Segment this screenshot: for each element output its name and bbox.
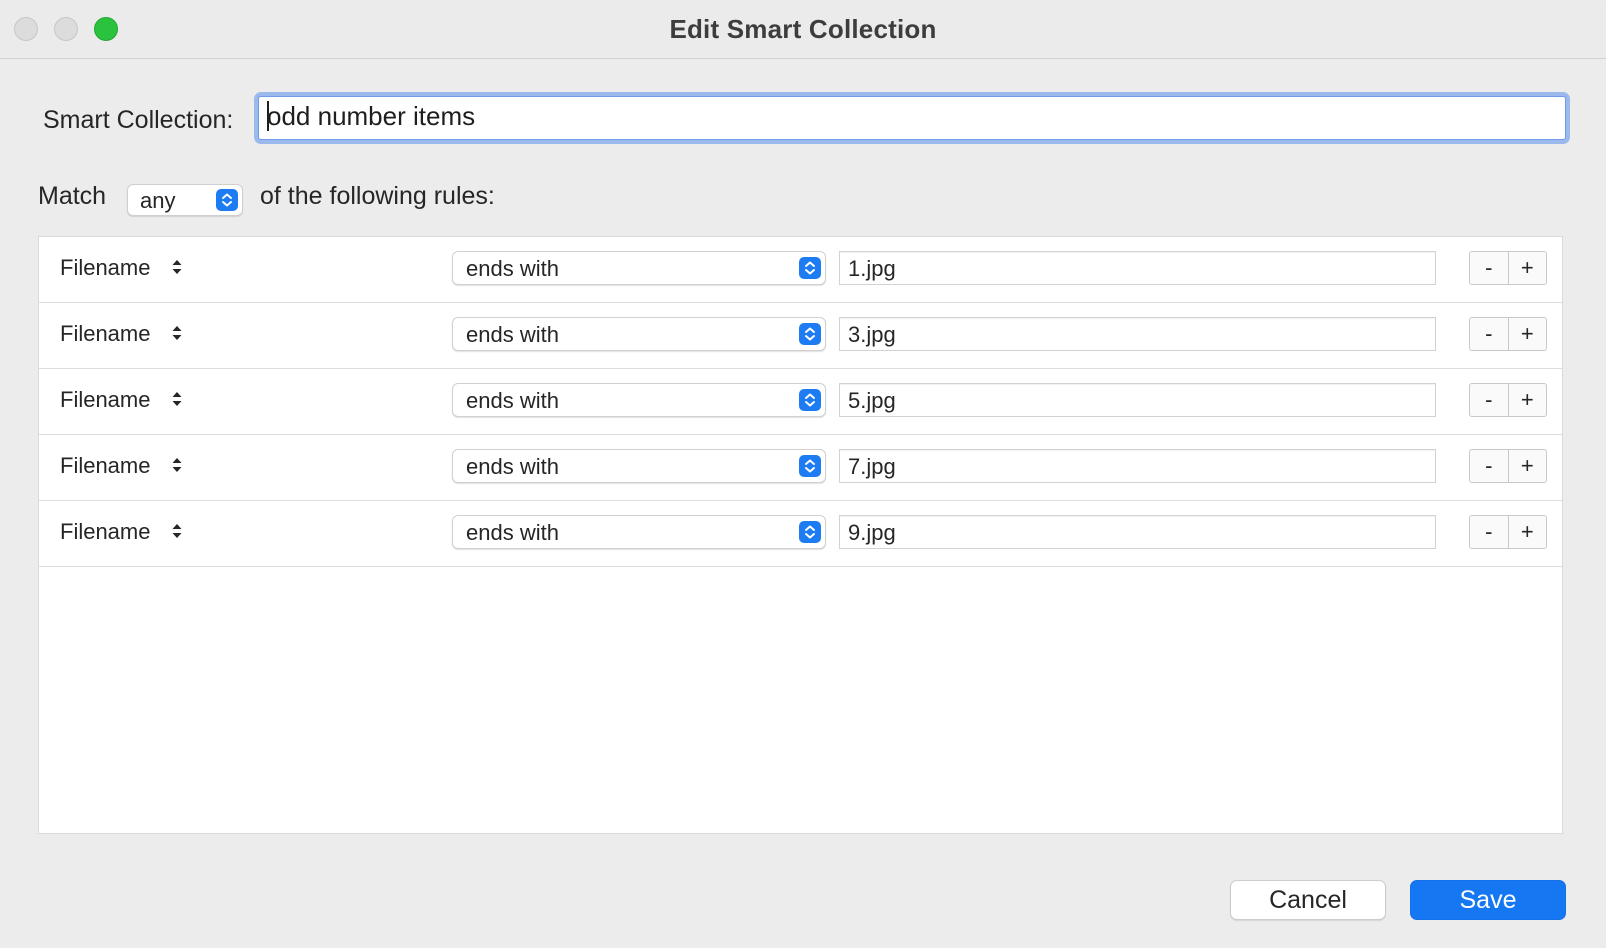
rule-row: Filename ends with 3.jpg - + [39,303,1562,369]
up-down-arrows-icon [171,455,183,481]
rule-value-input[interactable]: 3.jpg [839,317,1436,351]
rule-value-text: 3.jpg [848,322,896,347]
rule-value-input[interactable]: 7.jpg [839,449,1436,483]
rule-add-remove-buttons: - + [1469,383,1547,417]
add-rule-button[interactable]: + [1509,318,1547,350]
rule-operator-value: ends with [466,454,559,479]
up-down-arrows-icon [171,521,183,547]
up-down-arrows-icon [171,323,183,349]
rule-row: Filename ends with 1.jpg - + [39,237,1562,303]
rule-field-value: Filename [60,453,151,478]
popup-stepper-icon [799,257,821,279]
smart-collection-name-value: odd number items [267,101,476,131]
cancel-button[interactable]: Cancel [1230,880,1386,920]
save-button[interactable]: Save [1410,880,1566,920]
rule-operator-select[interactable]: ends with [452,317,826,351]
add-rule-button[interactable]: + [1509,384,1547,416]
add-rule-button[interactable]: + [1509,516,1547,548]
rule-value-text: 9.jpg [848,520,896,545]
remove-rule-button[interactable]: - [1470,318,1509,350]
edit-smart-collection-window: Edit Smart Collection Smart Collection: … [0,0,1606,948]
popup-stepper-icon [799,455,821,477]
window-title: Edit Smart Collection [669,14,937,44]
rule-field-value: Filename [60,519,151,544]
rule-operator-value: ends with [466,256,559,281]
remove-rule-button[interactable]: - [1470,384,1509,416]
rule-value-input[interactable]: 9.jpg [839,515,1436,549]
popup-stepper-icon [799,389,821,411]
match-label: Match [38,182,107,210]
rule-field-select[interactable]: Filename [60,519,183,547]
rule-field-select[interactable]: Filename [60,255,183,283]
smart-collection-name-input[interactable]: odd number items [258,96,1566,140]
rule-operator-value: ends with [466,322,559,347]
smart-collection-label: Smart Collection: [43,106,234,134]
popup-stepper-icon [799,323,821,345]
rule-operator-select[interactable]: ends with [452,449,826,483]
title-bar: Edit Smart Collection [0,0,1606,59]
rule-field-value: Filename [60,255,151,280]
rule-value-input[interactable]: 5.jpg [839,383,1436,417]
rules-list: Filename ends with 1.jpg - + Filename en… [38,236,1563,834]
add-rule-button[interactable]: + [1509,450,1547,482]
rule-add-remove-buttons: - + [1469,449,1547,483]
match-mode-value: any [140,188,176,213]
rule-operator-select[interactable]: ends with [452,251,826,285]
remove-rule-button[interactable]: - [1470,450,1509,482]
rule-value-text: 5.jpg [848,388,896,413]
rule-field-value: Filename [60,321,151,346]
remove-rule-button[interactable]: - [1470,252,1509,284]
rule-field-select[interactable]: Filename [60,321,183,349]
remove-rule-button[interactable]: - [1470,516,1509,548]
rule-row: Filename ends with 9.jpg - + [39,501,1562,567]
rule-value-text: 7.jpg [848,454,896,479]
add-rule-button[interactable]: + [1509,252,1547,284]
up-down-arrows-icon [171,257,183,283]
rule-row: Filename ends with 7.jpg - + [39,435,1562,501]
rule-field-select[interactable]: Filename [60,453,183,481]
rule-operator-select[interactable]: ends with [452,383,826,417]
rule-operator-value: ends with [466,388,559,413]
rule-add-remove-buttons: - + [1469,515,1547,549]
match-mode-select[interactable]: any [127,184,243,216]
rule-add-remove-buttons: - + [1469,251,1547,285]
rule-value-input[interactable]: 1.jpg [839,251,1436,285]
rule-operator-value: ends with [466,520,559,545]
rule-field-value: Filename [60,387,151,412]
rule-field-select[interactable]: Filename [60,387,183,415]
match-suffix-label: of the following rules: [260,182,495,210]
popup-stepper-icon [216,189,238,211]
rule-value-text: 1.jpg [848,256,896,281]
popup-stepper-icon [799,521,821,543]
rule-operator-select[interactable]: ends with [452,515,826,549]
up-down-arrows-icon [171,389,183,415]
rule-add-remove-buttons: - + [1469,317,1547,351]
rule-row: Filename ends with 5.jpg - + [39,369,1562,435]
